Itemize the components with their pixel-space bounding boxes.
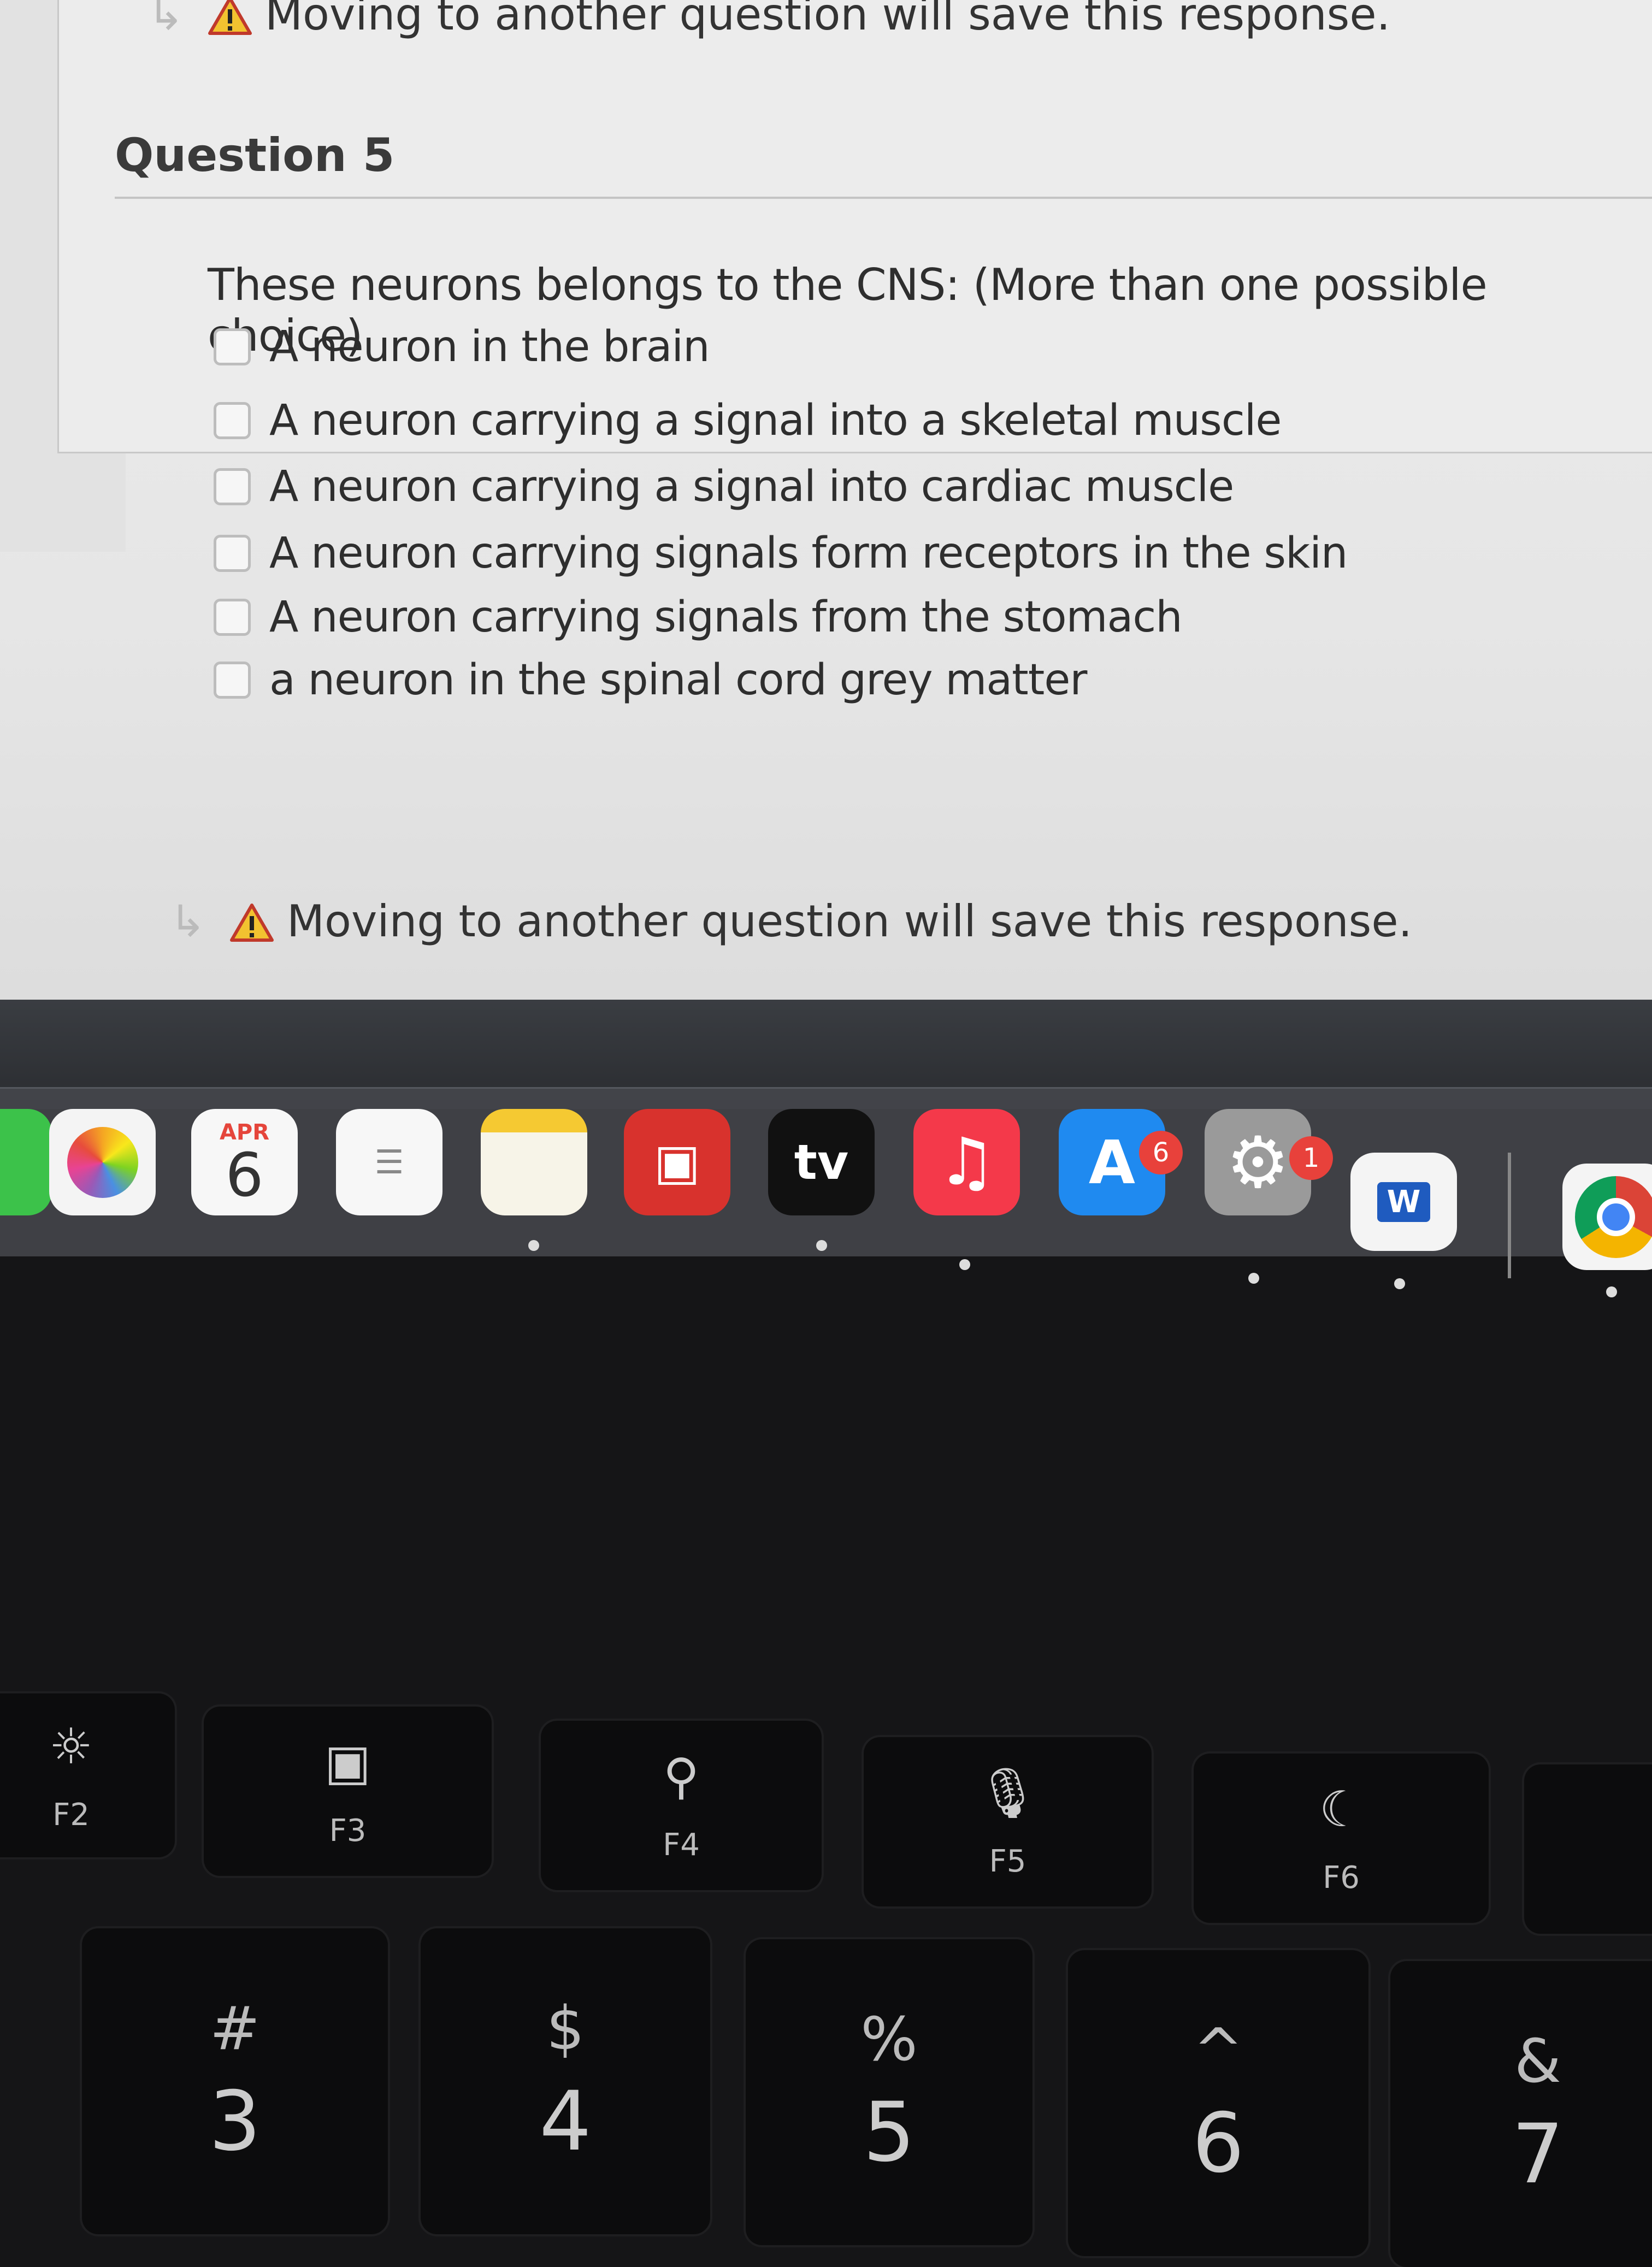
warning-text: Moving to another question will save thi… <box>265 0 1390 40</box>
option-1[interactable]: A neuron in the brain <box>214 322 710 371</box>
return-arrow-icon: ↳ <box>148 0 184 40</box>
dock-app-music[interactable]: ♫ <box>913 1109 1020 1215</box>
key-f2[interactable]: ☼ F2 <box>0 1693 175 1857</box>
divider <box>115 197 1652 199</box>
top-warning: ↳ Moving to another question will save t… <box>148 0 1390 40</box>
question-title: Question 5 <box>115 128 394 182</box>
key-6[interactable]: ^6 <box>1068 1950 1368 2256</box>
key-label: F2 <box>52 1797 90 1833</box>
key-f3[interactable]: ▣ F3 <box>204 1707 492 1876</box>
key-symbol: $ <box>546 1993 585 2063</box>
running-indicator <box>528 1240 539 1251</box>
dock-app-photo-booth[interactable]: ▣ <box>624 1109 730 1215</box>
running-indicator <box>1394 1278 1405 1289</box>
checkbox[interactable] <box>214 599 251 636</box>
warning-text: Moving to another question will save thi… <box>287 896 1412 947</box>
key-number: 3 <box>209 2074 261 2169</box>
key-number: 6 <box>1192 2096 1244 2191</box>
running-indicator <box>816 1240 827 1251</box>
checkbox[interactable] <box>214 662 251 699</box>
running-indicator <box>1606 1286 1617 1297</box>
brightness-icon: ☼ <box>49 1718 93 1775</box>
key-7[interactable]: &7 <box>1390 1961 1652 2267</box>
photo-booth-icon: ▣ <box>654 1134 700 1191</box>
key-4[interactable]: $4 <box>421 1928 710 2234</box>
key-label: F3 <box>329 1813 367 1849</box>
key-label: F6 <box>1323 1860 1360 1896</box>
music-note-icon: ♫ <box>937 1124 996 1200</box>
gear-icon: ⚙ <box>1226 1121 1290 1204</box>
option-5[interactable]: A neuron carrying signals from the stoma… <box>214 593 1182 642</box>
key-number: 4 <box>539 2074 591 2169</box>
key-number: 5 <box>863 2085 915 2180</box>
dock-app-photos[interactable] <box>49 1109 156 1215</box>
option-label: A neuron carrying a signal into a skelet… <box>269 396 1281 445</box>
calendar-day: 6 <box>226 1145 264 1205</box>
list-icon: ☰ <box>375 1143 404 1182</box>
app-store-icon: A <box>1089 1127 1135 1197</box>
option-label: A neuron in the brain <box>269 322 710 371</box>
mission-control-icon: ▣ <box>324 1734 371 1791</box>
photos-flower-icon <box>67 1127 138 1198</box>
key-number: 7 <box>1512 2107 1564 2202</box>
option-label: A neuron carrying a signal into cardiac … <box>269 462 1234 511</box>
option-2[interactable]: A neuron carrying a signal into a skelet… <box>214 396 1281 445</box>
dock-app-word[interactable]: W <box>1350 1153 1457 1251</box>
key-f6[interactable]: ☾ F6 <box>1194 1754 1489 1923</box>
key-f4[interactable]: ⚲ F4 <box>541 1721 822 1890</box>
option-6[interactable]: a neuron in the spinal cord grey matter <box>214 656 1087 705</box>
key-f5[interactable]: 🎙 F5 <box>864 1737 1152 1906</box>
screen: ↳ Moving to another question will save t… <box>0 0 1652 1027</box>
warning-icon <box>230 902 274 941</box>
moon-icon: ☾ <box>1319 1781 1364 1838</box>
option-label: a neuron in the spinal cord grey matter <box>269 656 1087 705</box>
running-indicator <box>1248 1273 1259 1284</box>
key-5[interactable]: %5 <box>746 1939 1032 2245</box>
option-label: A neuron carrying signals from the stoma… <box>269 593 1182 642</box>
checkbox[interactable] <box>214 535 251 572</box>
dock-app-chrome[interactable] <box>1562 1164 1652 1270</box>
word-logo-icon: W <box>1377 1182 1431 1222</box>
checkbox[interactable] <box>214 468 251 505</box>
dock-separator <box>1508 1153 1511 1278</box>
key-label: F5 <box>989 1844 1026 1879</box>
tv-label: tv <box>794 1134 848 1190</box>
checkbox[interactable] <box>214 328 251 365</box>
dock-app-calendar[interactable]: APR6 <box>191 1109 298 1215</box>
checkbox[interactable] <box>214 402 251 439</box>
option-3[interactable]: A neuron carrying a signal into cardiac … <box>214 462 1234 511</box>
key-f7[interactable] <box>1524 1764 1652 1934</box>
option-4[interactable]: A neuron carrying signals form receptors… <box>214 529 1347 578</box>
key-3[interactable]: #3 <box>82 1928 388 2234</box>
key-symbol: # <box>210 1993 260 2063</box>
key-label: F4 <box>663 1827 700 1863</box>
running-indicator <box>959 1259 970 1270</box>
key-symbol: ^ <box>1193 2015 1243 2085</box>
option-label: A neuron carrying signals form receptors… <box>269 529 1347 578</box>
dock-app-reminders[interactable]: ☰ <box>336 1109 442 1215</box>
dock-app-tv[interactable]: tv <box>768 1109 875 1215</box>
key-symbol: % <box>860 2004 918 2074</box>
dock-app-facetime[interactable] <box>0 1109 52 1215</box>
microphone-icon: 🎙 <box>976 1764 1039 1822</box>
notification-badge: 6 <box>1139 1131 1183 1174</box>
search-icon: ⚲ <box>663 1748 699 1805</box>
warning-icon <box>208 0 252 34</box>
return-arrow-icon: ↳ <box>169 896 206 947</box>
notification-badge: 1 <box>1289 1136 1333 1180</box>
question-box <box>57 0 1652 453</box>
key-symbol: & <box>1514 2026 1561 2096</box>
chrome-logo-icon <box>1575 1176 1652 1258</box>
dock-app-notes[interactable] <box>481 1109 587 1215</box>
bottom-warning: ↳ Moving to another question will save t… <box>169 896 1412 947</box>
